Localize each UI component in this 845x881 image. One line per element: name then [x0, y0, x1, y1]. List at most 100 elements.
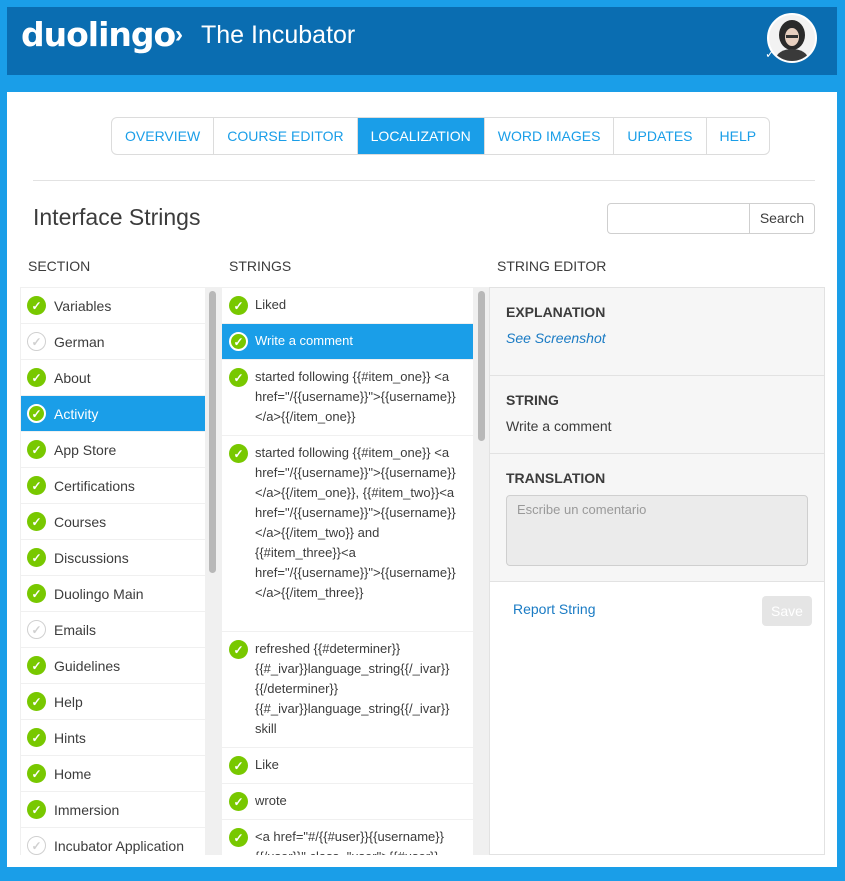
string-item-text: Like	[255, 757, 279, 772]
translation-label: TRANSLATION	[506, 470, 606, 486]
check-complete-icon: ✓	[229, 828, 248, 847]
section-item-label: Home	[54, 765, 92, 782]
strings-list[interactable]: ✓ Liked ✓ Write a comment ✓ started following…	[221, 287, 491, 855]
check-pending-icon: ✓	[27, 836, 46, 855]
check-complete-icon: ✓	[27, 476, 46, 495]
strings-column-header: STRINGS	[229, 258, 292, 274]
string-item-text: refreshed {{#determiner}}{{#_ivar}}langu…	[255, 641, 450, 736]
check-complete-icon: ✓	[27, 656, 46, 675]
tab-word-images[interactable]: WORD IMAGES	[485, 118, 615, 154]
check-complete-icon: ✓	[27, 368, 46, 387]
section-item-label: Emails	[54, 621, 97, 638]
string-item-text: started following {{#item_one}} <a href=…	[255, 369, 456, 424]
divider	[33, 180, 815, 181]
tab-updates[interactable]: UPDATES	[614, 118, 707, 154]
section-item-label: Certifications	[54, 477, 135, 494]
check-complete-icon: ✓	[229, 792, 248, 811]
section-item[interactable]: ✓ Discussions	[21, 540, 205, 575]
section-item[interactable]: ✓ Immersion	[21, 792, 205, 827]
string-item-text: wrote	[255, 793, 287, 808]
section-item[interactable]: ✓ Incubator Application	[21, 828, 205, 855]
section-scrollbar[interactable]	[209, 291, 216, 573]
check-complete-icon: ✓	[27, 800, 46, 819]
section-item[interactable]: ✓ Emails	[21, 612, 205, 647]
section-item-label: Incubator Application	[54, 837, 184, 854]
check-complete-icon: ✓	[229, 296, 248, 315]
section-item-label: Hints	[54, 729, 86, 746]
section-item-label: Guidelines	[54, 657, 121, 674]
string-item-text: <a href="#/{{#user}}{{username}}{{/user}…	[255, 829, 444, 855]
section-item[interactable]: ✓ Duolingo Main	[21, 576, 205, 611]
section-item-label: App Store	[54, 441, 117, 458]
page-title: Interface Strings	[33, 204, 201, 230]
string-item[interactable]: ✓ refreshed {{#determiner}}{{#_ivar}}lang…	[222, 632, 473, 747]
section-item-label: Duolingo Main	[54, 585, 144, 602]
check-complete-icon: ✓	[27, 764, 46, 783]
tab-localization[interactable]: LOCALIZATION	[357, 118, 485, 154]
section-item-label: Activity	[54, 405, 99, 422]
chevron-down-icon[interactable]: ✓	[765, 47, 775, 61]
editor-column-header: STRING EDITOR	[497, 258, 607, 274]
string-item[interactable]: ✓ Write a comment	[222, 324, 473, 359]
avatar-image	[769, 15, 815, 61]
duolingo-logo[interactable]: duolingo	[21, 15, 176, 54]
string-item[interactable]: ✓ <a href="#/{{#user}}{{username}}{{/user…	[222, 820, 473, 855]
string-item[interactable]: ✓ Liked	[222, 288, 473, 323]
string-item-text: Liked	[255, 297, 287, 312]
section-item-label: Discussions	[54, 549, 129, 566]
section-item-label: Help	[54, 693, 83, 710]
check-complete-icon: ✓	[27, 296, 46, 315]
translation-section: TRANSLATION Escribe un comentario	[490, 454, 824, 582]
section-column-header: SECTION	[28, 258, 91, 274]
tab-help[interactable]: HELP	[707, 118, 770, 154]
check-complete-icon: ✓	[27, 692, 46, 711]
save-button[interactable]: Save	[762, 596, 812, 626]
main-panel: OVERVIEW COURSE EDITOR LOCALIZATION WORD…	[7, 92, 837, 867]
explanation-section: EXPLANATION See Screenshot	[490, 288, 824, 376]
check-complete-icon: ✓	[27, 584, 46, 603]
section-item[interactable]: ✓ Help	[21, 684, 205, 719]
section-item[interactable]: ✓ Home	[21, 756, 205, 791]
string-editor: EXPLANATION See Screenshot STRING Write …	[489, 287, 825, 855]
explanation-label: EXPLANATION	[506, 304, 606, 320]
top-bar: duolingo › The Incubator ✓	[7, 7, 837, 75]
section-item[interactable]: ✓ Courses	[21, 504, 205, 539]
check-complete-icon: ✓	[27, 512, 46, 531]
section-item[interactable]: ✓ Activity	[21, 396, 205, 431]
search-button[interactable]: Search	[749, 203, 815, 234]
string-item[interactable]: ✓ started following {{#item_one}} <a href…	[222, 360, 473, 435]
check-complete-icon: ✓	[27, 404, 46, 423]
nav-tabs: OVERVIEW COURSE EDITOR LOCALIZATION WORD…	[111, 117, 771, 155]
string-item[interactable]: ✓ wrote	[222, 784, 473, 819]
check-complete-icon: ✓	[229, 756, 248, 775]
report-string-link[interactable]: Report String	[513, 601, 595, 617]
see-screenshot-link[interactable]: See Screenshot	[506, 330, 606, 346]
section-item[interactable]: ✓ App Store	[21, 432, 205, 467]
breadcrumb-incubator[interactable]: The Incubator	[201, 21, 355, 50]
string-section: STRING Write a comment	[490, 376, 824, 454]
section-item[interactable]: ✓ Hints	[21, 720, 205, 755]
string-label: STRING	[506, 392, 559, 408]
check-complete-icon: ✓	[27, 440, 46, 459]
check-complete-icon: ✓	[27, 548, 46, 567]
tab-course-editor[interactable]: COURSE EDITOR	[214, 118, 358, 154]
section-item[interactable]: ✓ About	[21, 360, 205, 395]
search-input[interactable]	[607, 203, 750, 234]
translation-input[interactable]: Escribe un comentario	[506, 495, 808, 566]
string-item[interactable]: ✓ started following {{#item_one}} <a href…	[222, 436, 473, 631]
section-list[interactable]: ✓ Variables ✓ German ✓ About ✓ Activity ✓ App Sto…	[20, 287, 225, 855]
section-item-label: Variables	[54, 297, 112, 314]
section-item[interactable]: ✓ Variables	[21, 288, 205, 323]
section-item[interactable]: ✓ Certifications	[21, 468, 205, 503]
section-item[interactable]: ✓ Guidelines	[21, 648, 205, 683]
section-item[interactable]: ✓ German	[21, 324, 205, 359]
check-complete-icon: ✓	[229, 640, 248, 659]
string-item-text: Write a comment	[255, 333, 354, 348]
check-pending-icon: ✓	[27, 332, 46, 351]
check-pending-icon: ✓	[27, 620, 46, 639]
string-item[interactable]: ✓ Like	[222, 748, 473, 783]
strings-scrollbar[interactable]	[478, 291, 485, 441]
string-item-text: started following {{#item_one}} <a href=…	[255, 445, 456, 600]
section-item-label: Courses	[54, 513, 107, 530]
tab-overview[interactable]: OVERVIEW	[112, 118, 215, 154]
